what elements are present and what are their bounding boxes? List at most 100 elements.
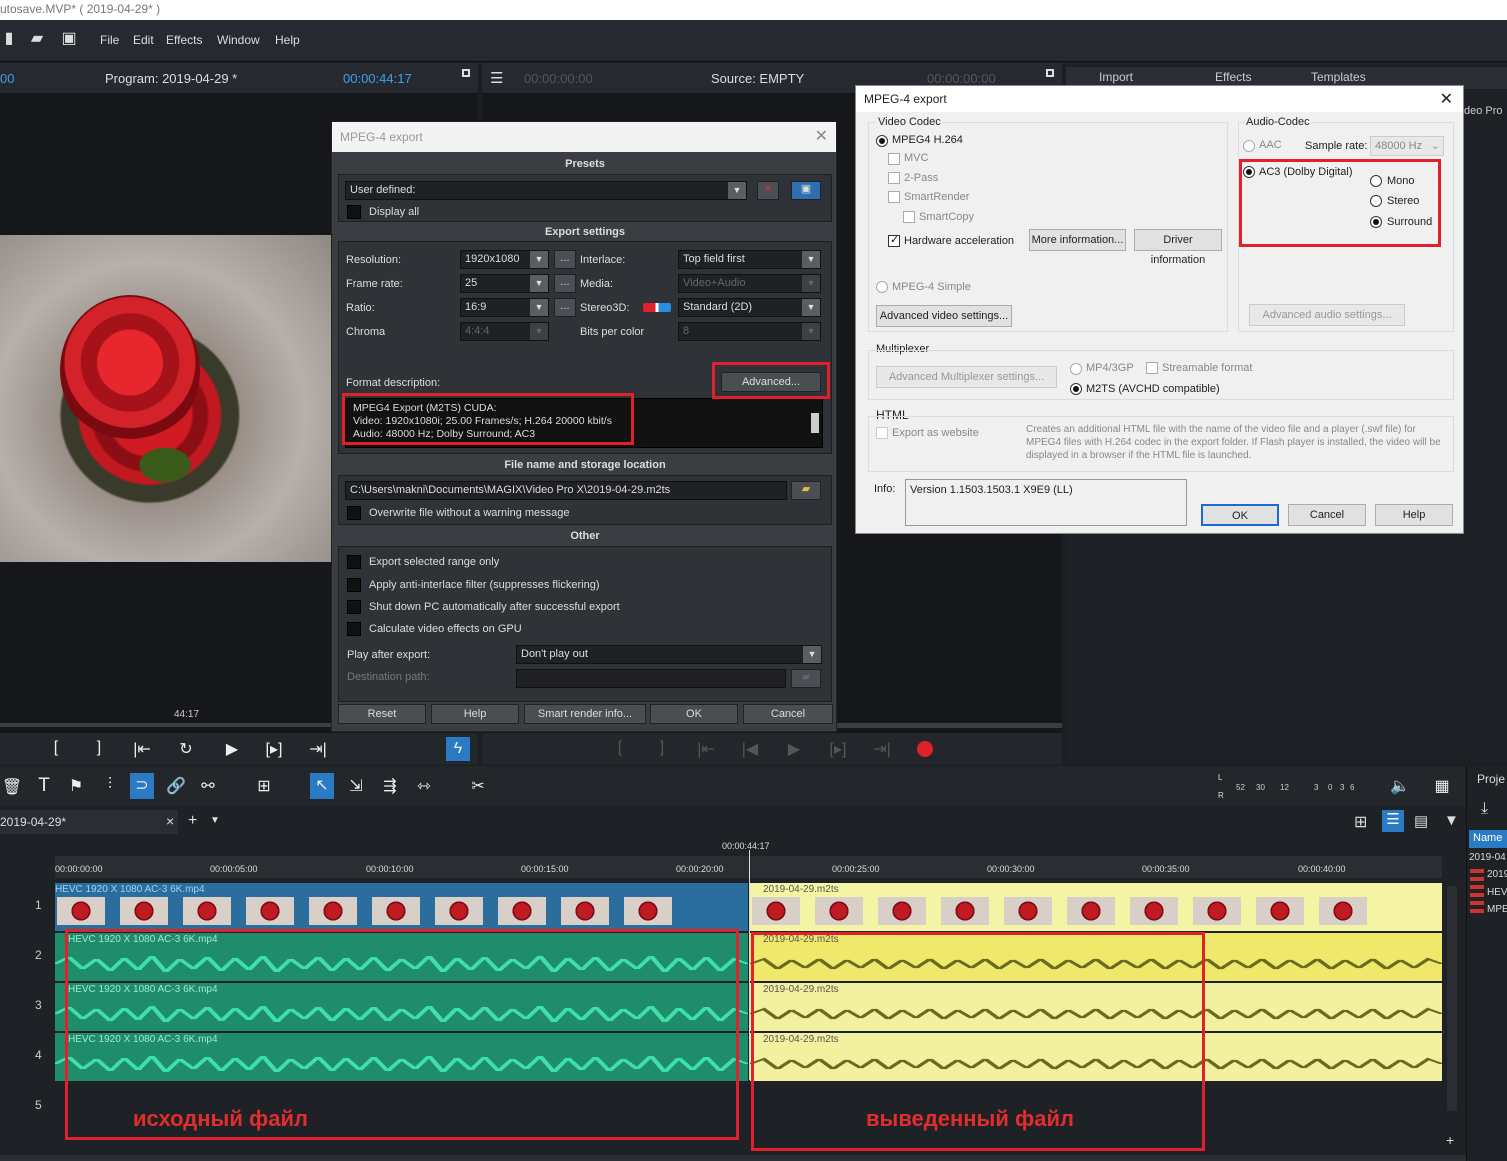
export-range-checkbox[interactable] bbox=[347, 555, 361, 569]
link-icon[interactable]: 🔗 bbox=[164, 776, 188, 796]
timeline-view-icon[interactable]: ☰ bbox=[1382, 810, 1404, 832]
folder-icon[interactable]: ▰ bbox=[791, 669, 821, 688]
more-information-button[interactable]: More information... bbox=[1029, 229, 1126, 251]
mark-in-icon[interactable]: [ bbox=[608, 739, 632, 757]
close-tab-icon[interactable]: × bbox=[166, 813, 174, 829]
resolution-select[interactable]: 1920x1080 ▼ bbox=[460, 250, 549, 269]
previous-frame-icon[interactable]: |◀ bbox=[738, 739, 762, 759]
go-to-in-icon[interactable]: |⇤ bbox=[130, 739, 154, 759]
new-file-icon[interactable]: ▮ bbox=[0, 30, 18, 48]
tab-templates[interactable]: Templates bbox=[1311, 70, 1366, 84]
maximize-icon[interactable] bbox=[462, 69, 470, 77]
mark-out-icon[interactable]: ] bbox=[87, 739, 111, 757]
advanced-multiplexer-button[interactable]: Advanced Multiplexer settings... bbox=[876, 366, 1057, 388]
loop-icon[interactable]: ↻ bbox=[174, 739, 198, 759]
scrollbar-thumb[interactable] bbox=[811, 413, 819, 433]
close-icon[interactable]: ✕ bbox=[1440, 89, 1453, 109]
zoom-in-icon[interactable]: + bbox=[1446, 1132, 1454, 1148]
add-tab-icon[interactable]: + bbox=[188, 812, 197, 830]
record-icon[interactable] bbox=[917, 741, 933, 757]
m2ts-radio[interactable] bbox=[1070, 383, 1082, 395]
more-icon[interactable]: ▼ bbox=[1444, 812, 1459, 829]
mixer-icon[interactable]: ⫶ bbox=[98, 776, 122, 794]
folder-icon[interactable]: ▰ bbox=[791, 481, 821, 500]
timeline-vertical-scrollbar[interactable] bbox=[1447, 886, 1457, 1111]
streamable-checkbox[interactable] bbox=[1146, 362, 1158, 374]
stretch-tool-icon[interactable]: ⇿ bbox=[412, 776, 436, 796]
media-select[interactable]: Video+Audio ▼ bbox=[678, 274, 821, 293]
sample-rate-select[interactable]: 48000 Hz ⌄ bbox=[1370, 136, 1444, 156]
ratio-select[interactable]: 16:9 ▼ bbox=[460, 298, 549, 317]
advanced-audio-settings-button[interactable]: Advanced audio settings... bbox=[1249, 304, 1405, 326]
trash-icon[interactable]: 🗑 bbox=[0, 777, 24, 797]
mvc-checkbox[interactable] bbox=[888, 153, 900, 165]
range-tool-icon[interactable]: ⇲ bbox=[344, 776, 368, 796]
help-button[interactable]: Help bbox=[431, 704, 519, 724]
bits-per-color-select[interactable]: 8 ▼ bbox=[678, 322, 821, 341]
insert-mode-icon[interactable]: ⊞ bbox=[252, 776, 276, 796]
save-preset-icon[interactable]: ▣ bbox=[791, 181, 821, 200]
project-item[interactable]: 2019 bbox=[1487, 869, 1507, 880]
maximize-icon[interactable] bbox=[1046, 69, 1054, 77]
tab-effects[interactable]: Effects bbox=[1215, 70, 1251, 84]
name-column-header[interactable]: Name bbox=[1469, 830, 1507, 848]
save-icon[interactable]: ▣ bbox=[60, 30, 78, 48]
chroma-select[interactable]: 4:4:4 ▼ bbox=[460, 322, 549, 341]
go-to-in-icon[interactable]: |⇤ bbox=[694, 739, 718, 759]
speaker-icon[interactable]: 🔈 bbox=[1388, 776, 1412, 796]
smartcopy-checkbox[interactable] bbox=[903, 211, 915, 223]
scissors-icon[interactable]: ✂ bbox=[466, 776, 490, 796]
menu-file[interactable]: File bbox=[100, 33, 119, 47]
mixer-panel-icon[interactable]: ▦ bbox=[1430, 776, 1454, 796]
go-to-out-icon[interactable]: ⇥| bbox=[870, 739, 894, 759]
menu-effects[interactable]: Effects bbox=[166, 33, 202, 47]
mpeg4-h264-radio[interactable] bbox=[876, 135, 888, 147]
smart-render-info-button[interactable]: Smart render info... bbox=[524, 704, 646, 724]
project-item[interactable]: MPE bbox=[1487, 904, 1507, 915]
ok-button[interactable]: OK bbox=[650, 704, 738, 724]
multi-select-icon[interactable]: ⇶ bbox=[378, 776, 402, 796]
resolution-more-button[interactable]: ... bbox=[554, 250, 576, 269]
advanced-video-settings-button[interactable]: Advanced video settings... bbox=[876, 305, 1012, 327]
preset-select[interactable]: User defined: ▼ bbox=[345, 181, 747, 200]
mp4-3gp-radio[interactable] bbox=[1070, 363, 1082, 375]
play-range-icon[interactable]: [▸] bbox=[262, 739, 286, 759]
menu-edit[interactable]: Edit bbox=[133, 33, 154, 47]
cancel-button[interactable]: Cancel bbox=[1288, 504, 1366, 526]
ratio-more-button[interactable]: ... bbox=[554, 298, 576, 317]
download-icon[interactable]: ⤓ bbox=[1481, 800, 1488, 818]
marker-flag-icon[interactable]: ⚑ bbox=[64, 776, 88, 796]
play-icon[interactable]: ▶ bbox=[782, 739, 806, 759]
interlace-select[interactable]: Top field first ▼ bbox=[678, 250, 821, 269]
mpeg4-simple-radio[interactable] bbox=[876, 281, 888, 293]
hamburger-menu-icon[interactable]: ☰ bbox=[490, 69, 503, 87]
unlink-icon[interactable]: ⚯ bbox=[196, 776, 220, 796]
snap-icon[interactable]: ⊃ bbox=[130, 773, 154, 799]
stereo3d-select[interactable]: Standard (2D) ▼ bbox=[678, 298, 821, 317]
timeline-horizontal-scrollbar[interactable] bbox=[0, 1155, 1507, 1161]
reset-button[interactable]: Reset bbox=[338, 704, 426, 724]
driver-information-button[interactable]: Driver information bbox=[1134, 229, 1222, 266]
file-path-field[interactable]: C:\Users\makni\Documents\MAGIX\Video Pro… bbox=[345, 481, 787, 500]
mark-out-icon[interactable]: ] bbox=[650, 739, 674, 757]
menu-help[interactable]: Help bbox=[275, 33, 300, 47]
cursor-tool-icon[interactable]: ↖ bbox=[310, 773, 334, 799]
display-all-checkbox[interactable] bbox=[347, 205, 361, 219]
scene-view-icon[interactable]: ▤ bbox=[1414, 812, 1428, 830]
overwrite-checkbox[interactable] bbox=[347, 506, 361, 520]
chevron-down-icon[interactable]: ▼ bbox=[210, 815, 220, 826]
mark-in-icon[interactable]: [ bbox=[44, 739, 68, 757]
delete-preset-icon[interactable]: ✕ bbox=[757, 181, 779, 200]
project-item[interactable]: 2019-04 bbox=[1469, 852, 1506, 863]
tab-import[interactable]: Import bbox=[1099, 70, 1133, 84]
hw-accel-checkbox[interactable] bbox=[888, 233, 900, 247]
shutdown-checkbox[interactable] bbox=[347, 600, 361, 614]
title-text-icon[interactable]: T bbox=[32, 775, 56, 797]
smartrender-checkbox[interactable] bbox=[888, 191, 900, 203]
go-to-out-icon[interactable]: ⇥| bbox=[306, 739, 330, 759]
play-icon[interactable]: ▶ bbox=[220, 739, 244, 759]
two-pass-checkbox[interactable] bbox=[888, 172, 900, 184]
play-range-icon[interactable]: [▸] bbox=[826, 739, 850, 759]
lightning-icon[interactable]: ϟ bbox=[446, 737, 470, 761]
project-item[interactable]: HEV bbox=[1487, 887, 1507, 898]
